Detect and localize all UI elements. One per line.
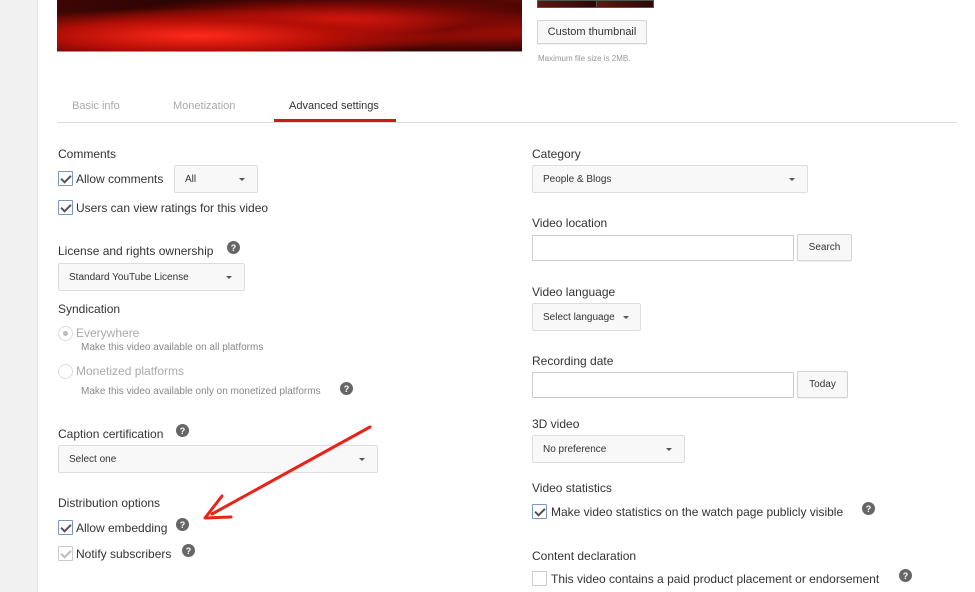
- notify-help-icon[interactable]: ?: [182, 544, 195, 557]
- view-ratings-checkbox[interactable]: [58, 200, 73, 215]
- category-value: People & Blogs: [543, 173, 612, 185]
- caption-certification-value: Select one: [69, 453, 117, 465]
- license-select[interactable]: Standard YouTube License: [58, 263, 245, 291]
- tab-monetization[interactable]: Monetization: [173, 100, 235, 112]
- content-declaration-help-icon[interactable]: ?: [899, 569, 912, 582]
- syndication-monetized-label: Monetized platforms: [76, 364, 185, 378]
- syndication-everywhere-radio[interactable]: [58, 326, 73, 341]
- comments-filter-value: All: [185, 173, 197, 185]
- caption-help-icon[interactable]: ?: [176, 424, 189, 437]
- distribution-heading: Distribution options: [58, 496, 161, 510]
- caption-certification-heading: Caption certification: [58, 427, 164, 441]
- syndication-heading: Syndication: [58, 302, 121, 316]
- video-statistics-checkbox[interactable]: [532, 504, 547, 519]
- advanced-settings-page: Custom thumbnail Maximum file size is 2M…: [0, 0, 975, 592]
- comments-filter-select[interactable]: All: [174, 165, 258, 193]
- content-declaration-heading: Content declaration: [532, 549, 637, 563]
- allow-embedding-label: Allow embedding: [76, 521, 168, 535]
- left-gutter: [0, 0, 38, 592]
- syndication-help-icon[interactable]: ?: [340, 382, 353, 395]
- content-declaration-checkbox[interactable]: [532, 571, 547, 586]
- tab-basic-info[interactable]: Basic info: [72, 100, 120, 112]
- chevron-down-icon: [226, 276, 232, 279]
- license-help-icon[interactable]: ?: [227, 241, 240, 254]
- video-language-value: Select language: [543, 311, 615, 323]
- allow-comments-label: Allow comments: [76, 172, 164, 186]
- video-location-heading: Video location: [532, 216, 608, 230]
- chevron-down-icon: [239, 178, 245, 181]
- chevron-down-icon: [666, 448, 672, 451]
- video-language-select[interactable]: Select language: [532, 303, 641, 331]
- thumbnail-option-1[interactable]: [537, 0, 597, 8]
- license-value: Standard YouTube License: [69, 271, 189, 283]
- recording-date-input[interactable]: [532, 372, 794, 398]
- comments-heading: Comments: [58, 147, 117, 161]
- 3d-video-select[interactable]: No preference: [532, 435, 685, 463]
- thumbnail-option-2[interactable]: [596, 0, 654, 8]
- location-search-button[interactable]: Search: [797, 234, 852, 261]
- statistics-help-icon[interactable]: ?: [862, 502, 875, 515]
- video-location-input[interactable]: [532, 235, 794, 261]
- tab-advanced-settings[interactable]: Advanced settings: [289, 100, 379, 112]
- chevron-down-icon: [623, 316, 629, 319]
- arrow-head: [203, 494, 233, 520]
- syndication-monetized-description: Make this video available only on moneti…: [81, 386, 321, 397]
- chevron-down-icon: [789, 178, 795, 181]
- view-ratings-label: Users can view ratings for this video: [76, 201, 269, 215]
- syndication-everywhere-label: Everywhere: [76, 326, 140, 340]
- 3d-video-heading: 3D video: [532, 417, 580, 431]
- chevron-down-icon: [359, 458, 365, 461]
- caption-certification-select[interactable]: Select one: [58, 445, 378, 473]
- custom-thumbnail-button[interactable]: Custom thumbnail: [537, 20, 647, 44]
- syndication-monetized-radio[interactable]: [58, 364, 73, 379]
- notify-subscribers-checkbox[interactable]: [58, 546, 73, 561]
- syndication-everywhere-description: Make this video available on all platfor…: [81, 342, 264, 353]
- 3d-video-value: No preference: [543, 443, 607, 455]
- category-select[interactable]: People & Blogs: [532, 165, 808, 193]
- content-declaration-label: This video contains a paid product place…: [551, 572, 880, 586]
- today-button[interactable]: Today: [797, 371, 848, 398]
- video-language-heading: Video language: [532, 285, 616, 299]
- category-heading: Category: [532, 147, 581, 161]
- max-file-size-hint: Maximum file size is 2MB.: [538, 54, 631, 63]
- recording-date-heading: Recording date: [532, 354, 614, 368]
- tabs-divider: [57, 122, 957, 123]
- allow-comments-checkbox[interactable]: [58, 171, 73, 186]
- allow-embedding-checkbox[interactable]: [58, 520, 73, 535]
- video-thumbnail-preview: [57, 0, 522, 52]
- video-statistics-label: Make video statistics on the watch page …: [551, 505, 844, 519]
- embedding-help-icon[interactable]: ?: [176, 518, 189, 531]
- notify-subscribers-label: Notify subscribers: [76, 547, 172, 561]
- video-statistics-heading: Video statistics: [532, 481, 612, 495]
- license-heading: License and rights ownership: [58, 244, 214, 258]
